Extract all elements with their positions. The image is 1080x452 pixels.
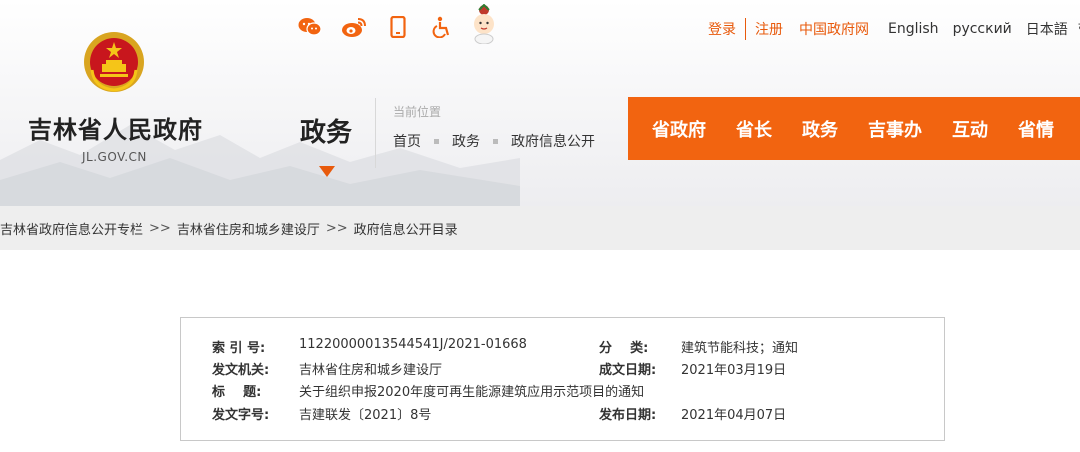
curpos-item-home[interactable]: 首页 (393, 131, 421, 151)
breadcrumb-item-housing-dept[interactable]: 吉林省住房和城乡建设厅 (177, 219, 320, 238)
current-position-path: 首页 政务 政府信息公开 (393, 131, 595, 151)
breadcrumb-separator: >> (325, 220, 348, 236)
curpos-dot-icon (434, 138, 439, 144)
nav-item-jishiban[interactable]: 吉事办 (868, 116, 922, 142)
accessibility-icon[interactable] (428, 13, 456, 41)
breadcrumb: 吉林省政府信息公开专栏 >> 吉林省住房和城乡建设厅 >> 政府信息公开目录 (0, 206, 1080, 250)
category-label: 分 类: (599, 341, 649, 356)
curpos-item-affairs[interactable]: 政务 (452, 131, 480, 151)
breadcrumb-separator: >> (149, 220, 171, 236)
title-value: 关于组织申报2020年度可再生能源建筑应用示范项目的通知 (299, 385, 645, 400)
section-title: 政务 (300, 118, 353, 148)
nav-item-interaction[interactable]: 互动 (952, 116, 988, 142)
curpos-dot-icon (493, 138, 498, 144)
site-header: 吉林省人民政府 JL.GOV.CN 登录 注册 中国政府网 English ру… (0, 0, 1080, 206)
main-nav: 省政府 省长 政务 吉事办 互动 省情 (628, 97, 1080, 160)
top-links: 登录 注册 中国政府网 English русский 日本語 한 (708, 18, 1080, 40)
nav-item-province-info[interactable]: 省情 (1018, 116, 1054, 142)
section-divider (375, 98, 376, 168)
top-icon-bar (296, 4, 516, 44)
written-date-value: 2021年03月19日 (681, 363, 787, 378)
category-value: 建筑节能科技；通知 (681, 341, 799, 356)
gov-portal-link[interactable]: 中国政府网 (799, 19, 869, 39)
publish-date-label: 发布日期: (599, 408, 657, 423)
issuer-label: 发文机关: (212, 363, 270, 378)
title-label: 标 题: (212, 385, 262, 400)
mobile-icon[interactable] (384, 13, 412, 41)
english-link[interactable]: English (888, 21, 939, 37)
index-value: 11220000013544541J/2021-01668 (299, 337, 527, 352)
register-link[interactable]: 注册 (755, 19, 783, 39)
document-info-box: 索 引 号: 11220000013544541J/2021-01668 分 类… (180, 317, 945, 441)
national-emblem-icon (84, 32, 144, 92)
current-position-title: 当前位置 (393, 105, 442, 119)
written-date-label: 成文日期: (599, 363, 657, 378)
doc-number-value: 吉建联发〔2021〕8号 (299, 408, 432, 423)
nav-item-provincial-gov[interactable]: 省政府 (652, 116, 706, 142)
doc-number-label: 发文字号: (212, 408, 270, 423)
russian-link[interactable]: русский (953, 21, 1012, 37)
mascot-icon[interactable] (468, 4, 500, 44)
wechat-icon[interactable] (296, 13, 324, 41)
japanese-link[interactable]: 日本語 (1026, 19, 1068, 39)
login-link[interactable]: 登录 (708, 19, 736, 39)
breadcrumb-item-disclosure-column[interactable]: 吉林省政府信息公开专栏 (0, 219, 143, 238)
publish-date-value: 2021年04月07日 (681, 408, 787, 423)
site-name[interactable]: 吉林省人民政府 (28, 110, 203, 145)
nav-item-governor[interactable]: 省长 (736, 116, 772, 142)
section-arrow-icon (319, 166, 335, 177)
site-domain: JL.GOV.CN (82, 150, 147, 164)
index-label: 索 引 号: (212, 341, 266, 356)
issuer-value: 吉林省住房和城乡建设厅 (299, 363, 443, 378)
breadcrumb-item-catalog[interactable]: 政府信息公开目录 (354, 219, 458, 238)
curpos-item-info-disclosure[interactable]: 政府信息公开 (511, 131, 595, 151)
top-link-divider (745, 18, 746, 40)
nav-item-affairs[interactable]: 政务 (802, 116, 838, 142)
weibo-icon[interactable] (340, 13, 368, 41)
